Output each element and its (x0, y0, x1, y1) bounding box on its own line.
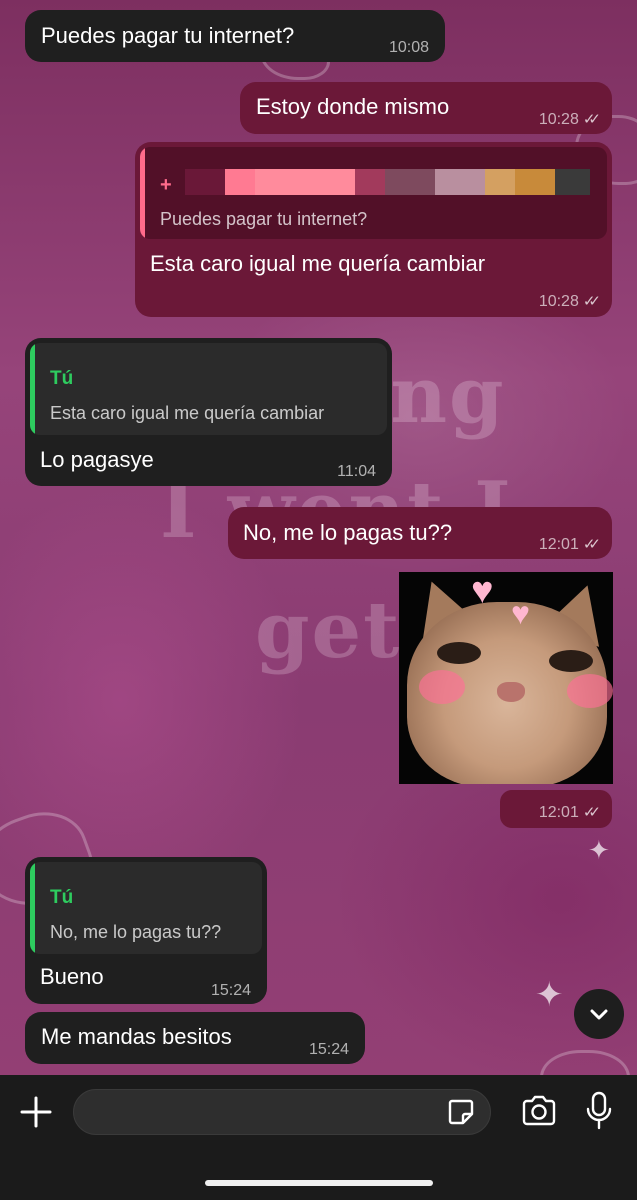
cat-eye (437, 642, 481, 664)
camera-icon[interactable] (520, 1094, 558, 1128)
cat-sticker[interactable]: ♥ ♥ (399, 572, 613, 784)
quote-text: Puedes pagar tu internet? (160, 209, 368, 229)
message-bubble-outgoing[interactable]: No, me lo pagas tu?? 12:01 ✓✓ (228, 507, 612, 559)
quote-accent-bar (30, 862, 35, 954)
message-text: Me mandas besitos (41, 1024, 232, 1049)
message-time: 11:04 (337, 463, 376, 480)
message-text: Estoy donde mismo (256, 94, 450, 119)
wallpaper-text: get (255, 585, 402, 676)
message-text: Lo pagasye (40, 447, 154, 472)
double-check-icon: ✓✓ (582, 804, 601, 821)
microphone-icon[interactable] (585, 1091, 613, 1131)
reply-quote[interactable]: + Puedes pagar tu internet? (140, 147, 607, 239)
cat-blush (567, 674, 613, 708)
scroll-to-bottom-button[interactable] (574, 989, 624, 1039)
chevron-down-icon (590, 1009, 608, 1020)
sticker-icon[interactable] (446, 1097, 476, 1127)
double-check-icon: ✓✓ (582, 293, 601, 310)
sparkle-icon: ✦ (588, 835, 610, 865)
double-check-icon: ✓✓ (582, 536, 601, 553)
reply-quote[interactable]: Tú No, me lo pagas tu?? (30, 862, 262, 954)
message-text: Bueno (40, 964, 104, 989)
cat-blush (419, 670, 465, 704)
message-time: 15:24 (210, 982, 251, 999)
quote-accent-bar (140, 147, 145, 239)
message-bubble-outgoing[interactable]: + Puedes pagar tu internet? Esta caro ig… (135, 142, 612, 317)
message-bubble-incoming[interactable]: Tú No, me lo pagas tu?? Bueno 15:24 (25, 857, 267, 1004)
quote-accent-bar (30, 343, 35, 435)
message-bubble-incoming[interactable]: Me mandas besitos 15:24 (25, 1012, 365, 1064)
quote-author: Tú (50, 368, 74, 389)
plus-icon[interactable] (18, 1094, 54, 1130)
cat-nose (497, 682, 525, 702)
message-time: 10:08 (388, 39, 429, 56)
message-bubble-incoming[interactable]: Puedes pagar tu internet? 10:08 (25, 10, 445, 62)
redaction-block (185, 169, 225, 195)
message-text: Esta caro igual me quería cambiar (150, 251, 486, 276)
message-time: 10:28 ✓✓ (539, 288, 601, 316)
message-time: 12:01 ✓✓ (539, 531, 601, 559)
quote-author: Tú (50, 887, 74, 908)
heart-icon: ♥ (471, 572, 494, 612)
butterfly-decoration (540, 1050, 630, 1075)
quote-author-redacted: + (160, 174, 172, 196)
message-time: 12:01 ✓✓ (539, 799, 601, 827)
message-bubble-outgoing[interactable]: Estoy donde mismo 10:28 ✓✓ (240, 82, 612, 134)
sparkle-icon: ✦ (535, 976, 564, 1014)
message-text: Puedes pagar tu internet? (41, 23, 295, 48)
double-check-icon: ✓✓ (582, 111, 601, 128)
reply-quote[interactable]: Tú Esta caro igual me quería cambiar (30, 343, 387, 435)
quote-text: No, me lo pagas tu?? (50, 922, 222, 942)
redaction-block (255, 169, 355, 195)
message-time: 10:28 ✓✓ (539, 106, 601, 134)
home-indicator (205, 1180, 433, 1186)
redaction-block (355, 169, 385, 195)
redaction-block (485, 169, 515, 195)
redaction-block (435, 169, 485, 195)
redaction-block (385, 169, 435, 195)
message-input[interactable] (73, 1089, 491, 1135)
message-bubble-incoming[interactable]: Tú Esta caro igual me quería cambiar Lo … (25, 338, 392, 486)
message-time: 15:24 (308, 1041, 349, 1058)
sticker-time-badge: 12:01 ✓✓ (500, 790, 612, 828)
redaction-block (555, 169, 590, 195)
message-text: No, me lo pagas tu?? (243, 520, 453, 545)
quote-text: Esta caro igual me quería cambiar (50, 403, 325, 423)
heart-icon: ♥ (511, 595, 530, 631)
cat-eye (549, 650, 593, 672)
redaction-block (225, 169, 255, 195)
redaction-block (515, 169, 555, 195)
